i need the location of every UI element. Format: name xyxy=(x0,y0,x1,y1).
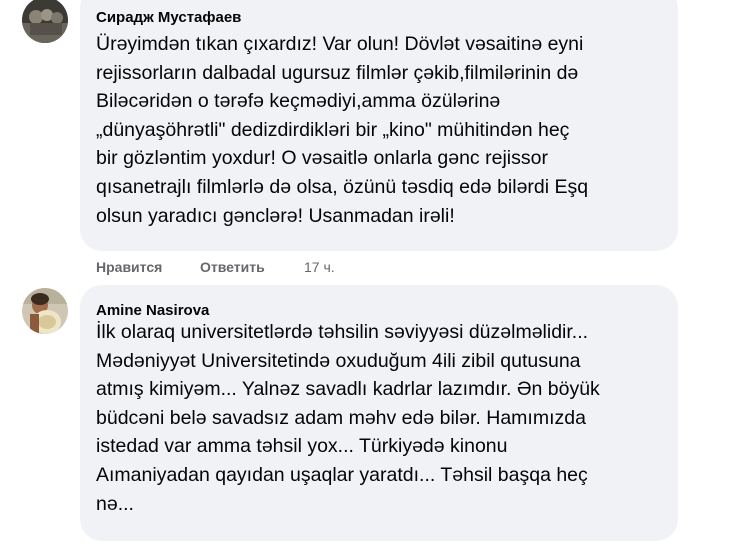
comment-text-line: Mədəniyyət Universitetində oxuduğum 4ili… xyxy=(96,349,581,372)
comment: Amine Nasirova İlk olaraq universitetlər… xyxy=(0,285,730,550)
comment-text-line: büdcəni belə savadsız adam məhv edə bilə… xyxy=(96,406,586,429)
profile-photo-icon xyxy=(22,0,68,43)
comment-text: Ürəyimdən tıkan çıxardız! Var olun! Dövl… xyxy=(96,30,588,230)
comment-timestamp[interactable]: 17 ч. xyxy=(304,259,335,275)
profile-photo-icon xyxy=(22,288,68,334)
comment-text-line: Biləcəridən o tərəfə keçmədiyi,amma özül… xyxy=(96,90,501,113)
like-button[interactable]: Нравится xyxy=(96,259,162,275)
avatar[interactable] xyxy=(22,288,68,334)
comment-author[interactable]: Amine Nasirova xyxy=(96,302,209,319)
comment-text-line: bir gözləntim yoxdur! O vəsaitlə onlarla… xyxy=(96,147,548,170)
comment-bubble: Сирадж Мустафаев Ürəyimdən tıkan çıxardı… xyxy=(80,0,678,251)
comment-text-line: Aımaniyadan qayıdan uşaqlar yaratdı... T… xyxy=(96,463,588,486)
comment-text-line: „dünyaşöhrətli" dedizdirdikləri bir „kin… xyxy=(96,118,570,141)
comment-text-line: İlk olaraq universitetlərdə təhsilin səv… xyxy=(96,321,589,343)
comment-text-line: olsun yaradıcı gənclərə! Usanmadan irəli… xyxy=(96,204,455,227)
comment-text-line: Ürəyimdən tıkan çıxardız! Var olun! Dövl… xyxy=(96,33,584,55)
comment-text-line: qısanetrajlı filmlərlə də olsa, özünü tə… xyxy=(96,175,589,198)
comment-text-line: atmış kimiyəm... Yalnəz savadlı kadrlar … xyxy=(96,378,600,401)
comment-text-line: nə... xyxy=(96,492,134,515)
comment-bubble: Amine Nasirova İlk olaraq universitetlər… xyxy=(80,285,678,541)
comment-text-line: rejissorların dalbadal ugursuz filmlər ç… xyxy=(96,61,579,84)
comment: Сирадж Мустафаев Ürəyimdən tıkan çıxardı… xyxy=(0,0,730,280)
comment-author[interactable]: Сирадж Мустафаев xyxy=(96,9,241,26)
comment-text-line: istedad var amma təhsil yox... Türkiyədə… xyxy=(96,435,508,458)
reply-button[interactable]: Ответить xyxy=(200,259,265,275)
avatar[interactable] xyxy=(22,0,68,43)
comment-text: İlk olaraq universitetlərdə təhsilin səv… xyxy=(96,318,600,518)
